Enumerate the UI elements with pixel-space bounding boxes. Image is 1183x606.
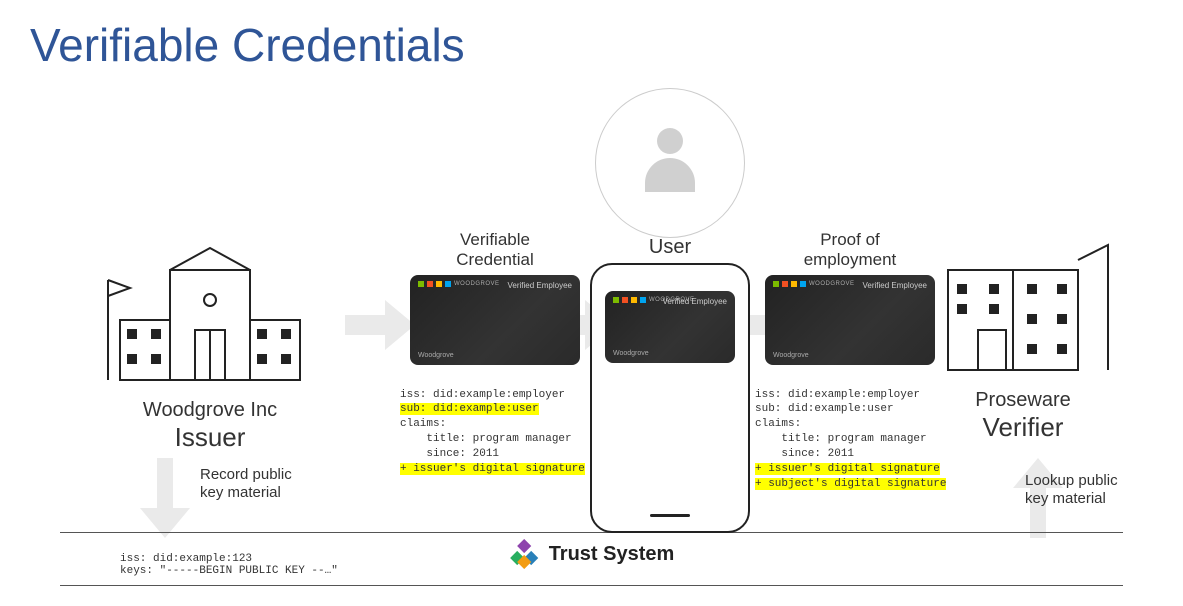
verifier-block: Proseware Verifier <box>923 220 1123 443</box>
verifier-building-icon <box>928 220 1118 380</box>
issuer-block: Woodgrove Inc Issuer <box>90 230 330 453</box>
user-avatar-icon <box>595 88 745 238</box>
proof-claims: iss: did:example:employer sub: did:examp… <box>755 373 945 492</box>
credential-card-icon: WOODGROVE Verified Employee Woodgrove <box>410 275 580 365</box>
trust-cubes-icon <box>509 539 539 569</box>
trust-system-label: Trust System <box>509 539 675 569</box>
phone-card-icon: WOODGROVE Verified Employee Woodgrove <box>605 291 735 363</box>
verifier-role: Verifier <box>923 412 1123 443</box>
lookup-public-key-label: Lookup publickey material <box>1025 472 1145 508</box>
user-block: User WOODGROVE Verified Employee Woodgro… <box>575 88 765 533</box>
slide-title: Verifiable Credentials <box>30 18 465 72</box>
record-public-key-label: Record publickey material <box>200 466 320 502</box>
credential-claims: iss: did:example:employer sub: did:examp… <box>400 373 590 477</box>
user-label: User <box>575 236 765 259</box>
trust-system-footer: iss: did:example:123 keys: "-----BEGIN P… <box>60 532 1123 586</box>
diagram-stage: Woodgrove Inc Issuer VerifiableCredentia… <box>0 100 1183 520</box>
issuer-name: Woodgrove Inc <box>90 399 330 422</box>
credential-label: VerifiableCredential <box>400 230 590 271</box>
verifiable-credential-block: VerifiableCredential WOODGROVE Verified … <box>400 230 590 477</box>
proof-of-employment-block: Proof ofemployment WOODGROVE Verified Em… <box>755 230 945 492</box>
arrow-record-down-icon <box>140 458 190 543</box>
issuer-building-icon <box>90 230 330 390</box>
issuer-role: Issuer <box>90 422 330 453</box>
proof-card-icon: WOODGROVE Verified Employee Woodgrove <box>765 275 935 365</box>
phone-icon: WOODGROVE Verified Employee Woodgrove <box>590 263 750 533</box>
proof-label: Proof ofemployment <box>755 230 945 271</box>
verifier-name: Proseware <box>923 389 1123 412</box>
